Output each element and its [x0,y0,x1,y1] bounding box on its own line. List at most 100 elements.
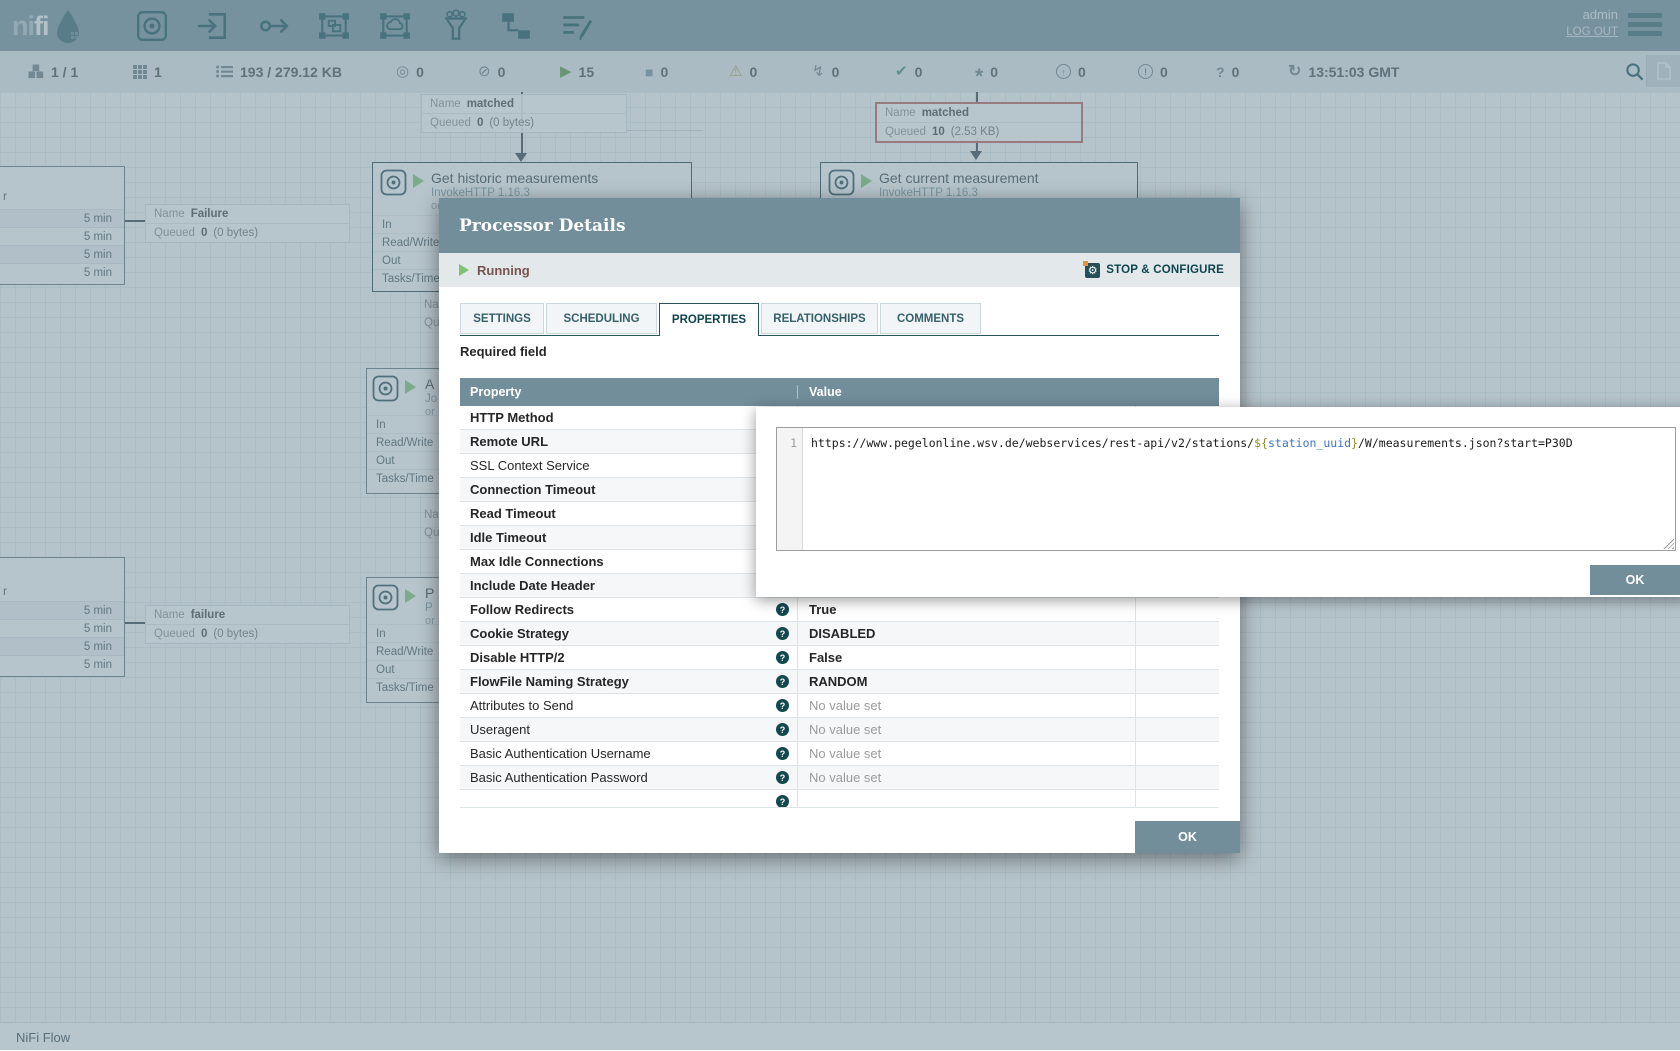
help-icon[interactable]: ? [776,771,789,784]
value-column-header: Value [798,385,842,399]
dialog-status-bar: Running ⚙ STOP & CONFIGURE [439,253,1240,287]
property-row: Attributes to Send? No value set [460,694,1219,718]
property-name-cell: ? [460,790,798,808]
property-row: Basic Authentication Username? No value s… [460,742,1219,766]
help-icon[interactable]: ? [776,603,789,616]
property-name-cell: Attributes to Send? [460,694,798,717]
property-name-cell: Max Idle Connections [460,550,798,573]
property-value-cell [798,790,1136,808]
property-name: HTTP Method [470,410,554,425]
property-value-cell: No value set [798,766,1136,789]
property-name: Connection Timeout [470,482,595,497]
property-value: True [809,602,836,617]
line-number-gutter: 1 [777,428,803,550]
url-segment-ref: station_uuid [1268,436,1351,450]
property-name: Read Timeout [470,506,556,521]
property-value-cell: DISABLED [798,622,1136,645]
tab-relationships[interactable]: RELATIONSHIPS [761,303,878,334]
row-spacer [1136,646,1219,669]
properties-table-header: Property Value [460,378,1219,406]
property-value: No value set [809,746,881,761]
property-name: Idle Timeout [470,530,546,545]
url-segment-plain: /W/measurements.json?start=P30D [1358,436,1573,450]
property-name: Basic Authentication Password [470,770,648,785]
property-name: Follow Redirects [470,602,574,617]
property-name: Include Date Header [470,578,595,593]
property-name: Basic Authentication Username [470,746,651,761]
help-icon[interactable]: ? [776,651,789,664]
help-icon[interactable]: ? [776,627,789,640]
property-value: DISABLED [809,626,875,641]
help-icon[interactable]: ? [776,723,789,736]
property-name: SSL Context Service [470,458,589,473]
property-name-cell: FlowFile Naming Strategy? [460,670,798,693]
help-icon[interactable]: ? [776,747,789,760]
url-segment-brace: ${ [1254,436,1268,450]
row-spacer [1136,766,1219,789]
tab-settings[interactable]: SETTINGS [460,303,544,334]
gear-icon: ⚙ [1085,263,1100,278]
url-segment-plain: https://www.pegelonline.wsv.de/webservic… [811,436,1254,450]
row-spacer [1136,622,1219,645]
property-row: Basic Authentication Password? No value s… [460,766,1219,790]
row-spacer [1136,718,1219,741]
property-name-cell: Remote URL [460,430,798,453]
property-value-cell: No value set [798,742,1136,765]
property-name-cell: Basic Authentication Username? [460,742,798,765]
property-name-cell: Disable HTTP/2? [460,646,798,669]
row-spacer [1136,790,1219,808]
property-row: ? [460,790,1219,808]
value-editor-popup: 1 https://www.pegelonline.wsv.de/webserv… [756,407,1680,597]
property-row: Useragent? No value set [460,718,1219,742]
property-name-cell: Cookie Strategy? [460,622,798,645]
property-value-cell: True [798,598,1136,621]
url-segment-brace: } [1351,436,1358,450]
property-row: FlowFile Naming Strategy? RANDOM [460,670,1219,694]
property-name: FlowFile Naming Strategy [470,674,629,689]
property-value-cell: RANDOM [798,670,1136,693]
property-name-cell: Follow Redirects? [460,598,798,621]
tab-scheduling[interactable]: SCHEDULING [546,303,657,334]
ok-button[interactable]: OK [1135,821,1240,853]
property-row: Cookie Strategy? DISABLED [460,622,1219,646]
remote-url-value-input[interactable]: https://www.pegelonline.wsv.de/webservic… [803,428,1675,550]
tab-comments[interactable]: COMMENTS [880,303,981,334]
property-name-cell: Read Timeout [460,502,798,525]
property-name: Disable HTTP/2 [470,650,565,665]
property-value-cell: False [798,646,1136,669]
property-name-cell: HTTP Method [460,406,798,429]
property-column-header: Property [460,385,798,399]
row-spacer [1136,742,1219,765]
property-value: No value set [809,722,881,737]
property-name: Max Idle Connections [470,554,604,569]
help-icon[interactable]: ? [776,699,789,712]
property-name: Cookie Strategy [470,626,569,641]
property-value-cell: No value set [798,694,1136,717]
dialog-tabs: SETTINGSSCHEDULINGPROPERTIESRELATIONSHIP… [460,303,1219,336]
property-name-cell: SSL Context Service [460,454,798,477]
property-name-cell: Useragent? [460,718,798,741]
property-name-cell: Include Date Header [460,574,798,597]
property-name: Useragent [470,722,530,737]
help-icon[interactable]: ? [776,675,789,688]
run-status-label: Running [477,263,530,278]
dialog-header: Processor Details [439,198,1240,253]
property-value: False [809,650,842,665]
editor-ok-button[interactable]: OK [1590,565,1680,595]
value-editor-frame: 1 https://www.pegelonline.wsv.de/webserv… [776,427,1676,551]
required-field-note: Required field [460,344,547,359]
running-play-icon [459,264,469,276]
tab-properties[interactable]: PROPERTIES [659,303,759,336]
row-spacer [1136,670,1219,693]
help-icon[interactable]: ? [776,795,789,808]
property-name: Remote URL [470,434,548,449]
property-value: No value set [809,770,881,785]
property-row: Disable HTTP/2? False [460,646,1219,670]
property-value-cell: No value set [798,718,1136,741]
property-row: Follow Redirects? True [460,598,1219,622]
property-value: No value set [809,698,881,713]
row-spacer [1136,694,1219,717]
property-value: RANDOM [809,674,868,689]
property-name-cell: Connection Timeout [460,478,798,501]
stop-and-configure-button[interactable]: ⚙ STOP & CONFIGURE [1085,253,1224,287]
